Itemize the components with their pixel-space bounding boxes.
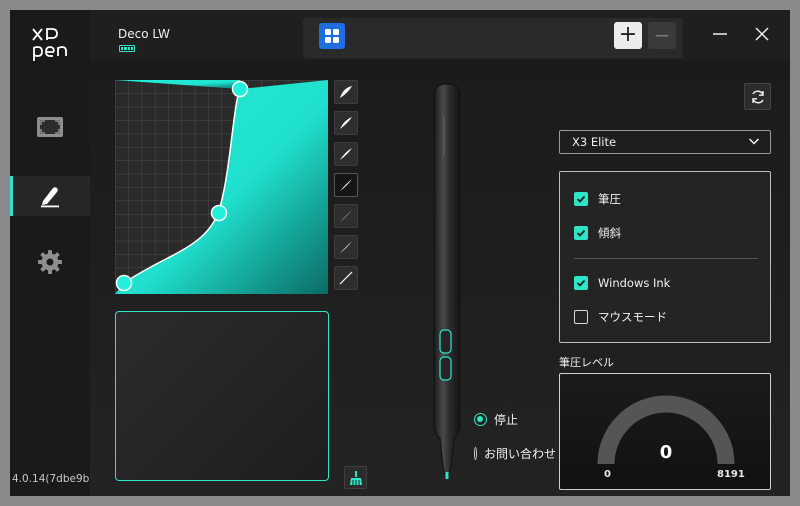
checkbox-checked[interactable] [574, 276, 588, 290]
sidebar-item-pen[interactable] [10, 176, 90, 216]
pen-icon [41, 187, 59, 208]
checkbox-checked[interactable] [574, 192, 588, 206]
pressure-level-min: 0 [604, 469, 611, 480]
sidebar-item-work-area[interactable] [10, 107, 90, 147]
gear-icon [38, 250, 62, 274]
option-tilt-label: 傾斜 [598, 226, 621, 240]
app-select-button[interactable] [319, 23, 345, 49]
pressure-curve-editor[interactable] [115, 80, 328, 294]
broom-icon [349, 470, 362, 485]
pressure-level-title: 筆圧レベル [559, 356, 614, 369]
curve-point-mid[interactable] [210, 204, 228, 222]
brush-stroke-icon [340, 86, 352, 98]
refresh-button[interactable] [744, 83, 771, 110]
battery-indicator [119, 45, 135, 52]
radio-selected[interactable] [474, 413, 487, 426]
options-divider [574, 258, 758, 259]
xppen-logo [32, 28, 67, 61]
pen-mode-option-stop[interactable]: 停止 [474, 411, 518, 428]
sidebar: 4.0.14(7dbe9b0) [10, 10, 100, 496]
option-windows-ink[interactable]: Windows Ink [574, 276, 670, 290]
grid-icon [325, 29, 339, 43]
checkbox-unchecked[interactable] [574, 310, 588, 324]
pressure-level-value: 0 [659, 442, 673, 463]
minimize-icon[interactable] [710, 24, 730, 44]
version-label: 4.0.14(7dbe9b0) [12, 473, 101, 485]
pen-model-select[interactable]: X3 Elite [559, 130, 771, 154]
pen-nib [445, 472, 449, 479]
option-windows-ink-label: Windows Ink [598, 276, 671, 290]
pen-model-value: X3 Elite [572, 135, 617, 149]
brush-stroke-icon [339, 271, 353, 285]
app-window: 4.0.14(7dbe9b0) Deco LW + − 停止 お問い合わせ X3… [10, 10, 790, 496]
pressure-level-gauge: 0 0 8191 [559, 373, 771, 490]
curve-point-end[interactable] [231, 80, 249, 98]
pen-mode-option-contact[interactable]: お問い合わせ [474, 445, 556, 462]
checkbox-checked[interactable] [574, 226, 588, 240]
clear-test-area-button[interactable] [344, 466, 367, 489]
curve-presets [334, 80, 358, 297]
app-toolbar: + − [303, 18, 683, 58]
curve-preset-6[interactable] [334, 235, 358, 259]
option-tilt[interactable]: 傾斜 [574, 225, 621, 241]
device-name: Deco LW [118, 27, 170, 41]
option-pressure[interactable]: 筆圧 [574, 191, 621, 207]
pressure-level-max: 8191 [717, 469, 745, 480]
curve-preset-5[interactable] [334, 204, 358, 228]
pen-feature-options: 筆圧 傾斜 Windows Ink マウスモード [559, 171, 771, 343]
remove-app-button[interactable]: − [648, 22, 676, 49]
curve-preset-3[interactable] [334, 142, 358, 166]
brush-stroke-icon [340, 117, 352, 129]
screen-frame-icon [37, 117, 63, 137]
pen-button-lower[interactable] [439, 356, 452, 381]
option-mouse-mode-label: マウスモード [598, 310, 667, 324]
curve-preset-4[interactable] [334, 173, 358, 197]
brush-stroke-icon [340, 148, 352, 160]
check-icon [576, 229, 586, 237]
curve-point-start[interactable] [115, 274, 133, 292]
check-icon [576, 195, 586, 203]
refresh-icon [751, 90, 764, 103]
brush-stroke-icon [340, 210, 352, 222]
pen-settings-panel: 停止 お問い合わせ X3 Elite 筆圧 傾斜 Windows Ink マウス… [90, 60, 790, 496]
check-icon [576, 279, 586, 287]
add-app-button[interactable]: + [614, 22, 642, 49]
close-icon[interactable] [752, 24, 772, 44]
radio-unselected[interactable] [474, 447, 477, 460]
option-mouse-mode[interactable]: マウスモード [574, 309, 667, 325]
curve-preset-7[interactable] [334, 266, 358, 290]
curve-preset-2[interactable] [334, 111, 358, 135]
curve-preset-1[interactable] [334, 80, 358, 104]
brush-stroke-icon [340, 179, 352, 191]
pen-mode-label-stop: 停止 [494, 413, 519, 427]
option-pressure-label: 筆圧 [598, 192, 621, 206]
pressure-test-area[interactable] [115, 311, 329, 481]
chevron-down-icon [748, 138, 760, 145]
sidebar-item-settings[interactable] [10, 242, 90, 282]
pen-mode-label-contact: お問い合わせ [483, 447, 556, 461]
pen-button-upper[interactable] [439, 329, 452, 354]
brush-stroke-icon [340, 241, 352, 253]
pen-illustration [433, 83, 461, 479]
